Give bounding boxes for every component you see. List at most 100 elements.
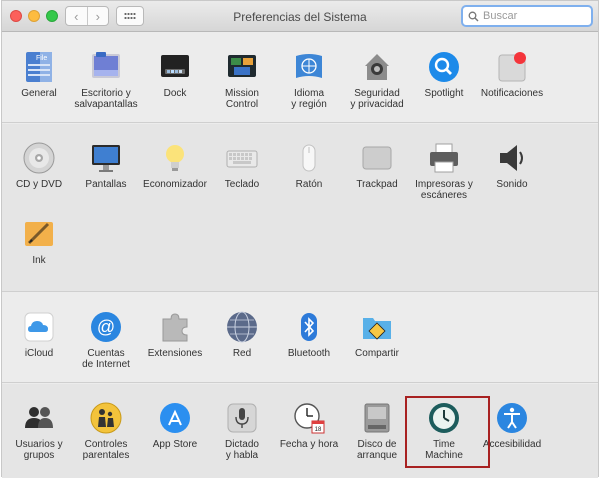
pane-bluetooth[interactable]: Bluetooth [274,310,344,359]
pane-label: Pantallas [85,179,127,190]
pane-displays[interactable]: Pantallas [71,141,141,190]
energy-saver-icon [166,145,184,171]
spotlight-icon [429,52,459,82]
pane-dock[interactable]: Dock [140,50,210,99]
pane-spotlight[interactable]: Spotlight [409,50,479,99]
mouse-icon [302,144,316,172]
trackpad-icon [362,146,392,170]
pane-app-store[interactable]: App Store [140,401,210,450]
pane-label: Sonido [496,179,528,190]
pane-label: Dock [163,88,187,99]
extensions-icon [162,313,188,342]
pane-label: Fecha y hora [279,439,339,450]
pane-network[interactable]: Red [207,310,277,359]
pane-label: Red [232,348,252,359]
svg-text:File: File [36,55,47,62]
pane-general[interactable]: File General [4,50,74,99]
sharing-icon [363,318,391,340]
internet-section: iCloud @ Cuentas de Internet Extensiones… [2,293,598,383]
icloud-icon [24,312,54,342]
pane-label: Impresoras y escáneres [415,179,473,201]
pane-internet-accounts[interactable]: @ Cuentas de Internet [71,310,141,370]
pane-icloud[interactable]: iCloud [4,310,74,359]
pane-date-time[interactable]: 18 Fecha y hora [274,401,344,450]
pane-trackpad[interactable]: Trackpad [342,141,412,190]
search-field[interactable]: Buscar [461,5,593,27]
pane-cd-dvd[interactable]: CD y DVD [4,141,74,190]
hardware-section: CD y DVD Pantallas Economizador Teclado … [2,124,598,292]
keyboard-icon [226,150,258,168]
pane-label: Cuentas de Internet [82,348,130,370]
pane-keyboard[interactable]: Teclado [207,141,277,190]
pane-label: Economizador [143,179,207,190]
pane-label: iCloud [24,348,54,359]
pane-extensions[interactable]: Extensiones [140,310,210,359]
svg-text:@: @ [97,317,115,337]
general-icon: File [26,52,52,82]
pane-label: App Store [152,439,198,450]
pane-label: Bluetooth [287,348,331,359]
app-store-icon [160,403,190,433]
sound-icon [500,145,523,171]
pane-energy-saver[interactable]: Economizador [140,141,210,190]
search-placeholder: Buscar [483,10,518,22]
title-bar: ‹ › Preferencias del Sistema Buscar [2,1,598,32]
svg-text:18: 18 [315,427,322,433]
search-icon [468,11,479,21]
pane-users-groups[interactable]: Usuarios y grupos [4,401,74,461]
pane-label: Controles parentales [82,439,130,461]
pane-security-privacy[interactable]: Seguridad y privacidad [342,50,412,110]
printer-icon [430,143,458,173]
pane-sound[interactable]: Sonido [477,141,547,190]
internet-accounts-icon: @ [91,312,121,342]
startup-disk-icon [364,403,390,433]
pane-label: Disco de arranque [356,439,398,461]
pane-mission-control[interactable]: Mission Control [207,50,277,110]
accessibility-icon [497,403,527,433]
pane-language-region[interactable]: Idioma y región [274,50,344,110]
pane-printers-scanners[interactable]: Impresoras y escáneres [409,141,479,201]
system-preferences-window: ‹ › Preferencias del Sistema Buscar File… [1,0,599,478]
pane-label: Ink [32,255,46,266]
pane-label: Usuarios y grupos [15,439,63,461]
pane-notifications[interactable]: Notificaciones [477,50,547,99]
displays-icon [92,145,120,172]
parental-controls-icon [90,402,122,434]
pane-mouse[interactable]: Ratón [274,141,344,190]
pane-label: Notificaciones [480,88,544,99]
selection-highlight [405,396,490,468]
pane-label: Seguridad y privacidad [350,88,404,110]
network-icon [227,311,257,343]
pane-label: Mission Control [225,88,259,110]
notifications-icon [498,52,526,82]
dictation-icon [227,403,257,433]
dock-icon [161,55,189,77]
pane-desktop-screensaver[interactable]: Escritorio y salvapantallas [71,50,141,110]
cd-dvd-icon [23,142,55,174]
pane-label: Idioma y región [291,88,327,110]
pane-label: Spotlight [424,88,464,99]
desktop-screensaver-icon [92,52,120,78]
ink-icon [25,222,53,246]
pane-label: Extensiones [147,348,203,359]
pane-label: Escritorio y salvapantallas [74,88,138,110]
pane-label: CD y DVD [15,179,63,190]
pane-ink[interactable]: Ink [4,217,74,266]
users-groups-icon [25,407,53,428]
pane-sharing[interactable]: Compartir [342,310,412,359]
system-section: Usuarios y grupos Controles parentales A… [2,384,598,478]
pane-label: Trackpad [356,179,398,190]
pane-parental-controls[interactable]: Controles parentales [71,401,141,461]
pane-label: Teclado [224,179,260,190]
bluetooth-icon [301,313,317,341]
personal-section: File General Escritorio y salvapantallas… [2,33,598,123]
pane-label: Compartir [355,348,399,359]
date-time-icon: 18 [294,403,325,434]
pane-label: Ratón [295,179,323,190]
security-icon [365,54,389,80]
pane-dictation[interactable]: Dictado y habla [207,401,277,461]
pane-label: Dictado y habla [225,439,259,461]
pane-startup-disk[interactable]: Disco de arranque [342,401,412,461]
language-region-icon [296,54,322,78]
mission-control-icon [228,55,256,77]
